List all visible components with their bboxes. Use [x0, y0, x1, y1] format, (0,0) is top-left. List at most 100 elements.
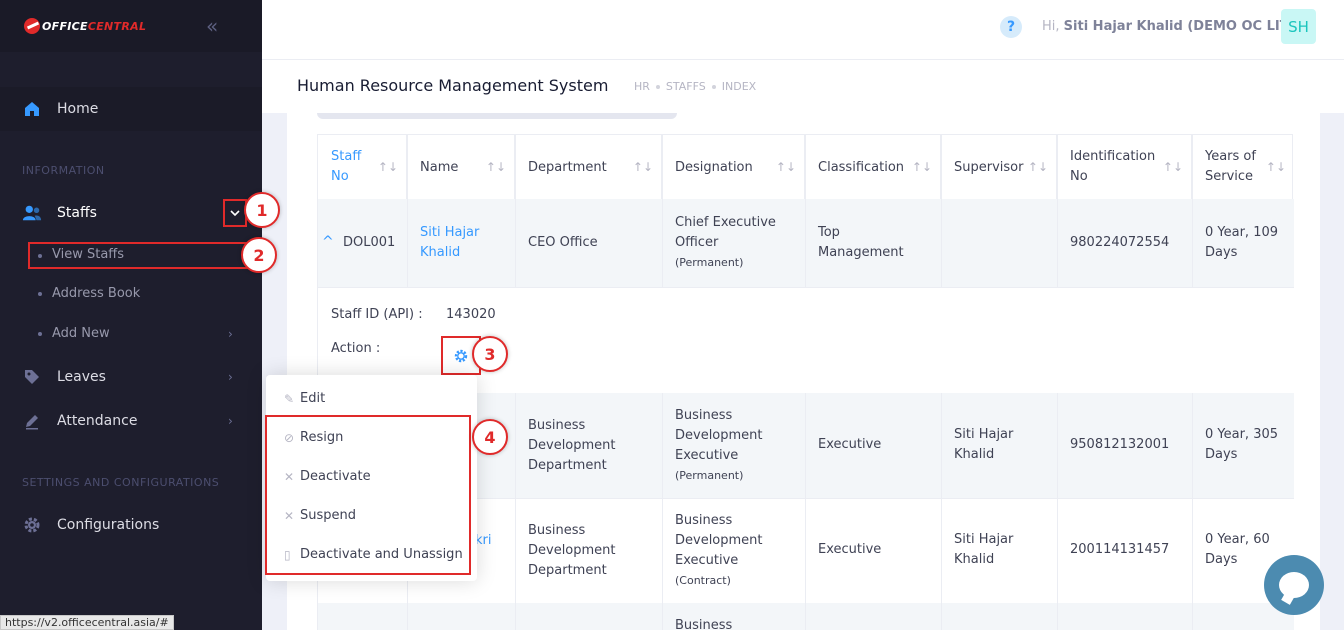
table-row[interactable]: [318, 603, 1294, 630]
sidebar-item-label: Leaves: [57, 369, 106, 385]
edit-icon: ✎: [284, 391, 295, 406]
sort-icon: ↑↓: [1162, 160, 1183, 174]
column-header-name[interactable]: Name ↑↓: [407, 135, 515, 199]
bullet-icon: [38, 291, 42, 296]
column-header-department[interactable]: Department ↑↓: [515, 135, 662, 199]
breadcrumb-separator: [655, 84, 660, 89]
page-title: Human Resource Management System: [297, 76, 609, 95]
user-greeting[interactable]: Hi, Siti Hajar Khalid (DEMO OC LITE): [1042, 19, 1303, 34]
cell-identification-no: 980224072554: [1070, 235, 1170, 250]
breadcrumb-item[interactable]: INDEX: [722, 80, 756, 93]
column-divider: [1057, 135, 1058, 287]
cell-name-link[interactable]: Siti Hajar Khalid: [420, 223, 479, 263]
cell-designation: Business: [675, 618, 733, 630]
sidebar-item-home[interactable]: Home: [0, 87, 262, 131]
sidebar-item-add-new[interactable]: Add New ›: [38, 326, 248, 341]
column-divider: [515, 135, 516, 287]
cell-classification: Top Management: [818, 225, 904, 260]
annotation-badge: 1: [244, 192, 280, 228]
column-divider: [662, 135, 663, 287]
column-header-supervisor[interactable]: Supervisor ↑↓: [941, 135, 1057, 199]
sort-icon: ↑↓: [911, 160, 932, 174]
cell-staff-no: DOL001: [343, 235, 396, 250]
pencil-icon: [22, 411, 42, 431]
cell-classification: Executive: [818, 437, 882, 452]
cell-designation: Chief Executive Officer (Permanent): [675, 215, 776, 269]
column-divider: [407, 135, 408, 287]
bullet-icon: [38, 254, 42, 258]
breadcrumb-separator: [711, 84, 716, 89]
staff-id-value: 143020: [446, 307, 496, 322]
sidebar-item-leaves[interactable]: Leaves ›: [0, 366, 262, 388]
sidebar-item-label: Home: [57, 101, 99, 117]
sidebar: OFFICECENTRAL « Home INFORMATION Staffs …: [0, 0, 262, 630]
column-divider: [941, 135, 942, 287]
menu-item-edit[interactable]: ✎ Edit: [284, 391, 325, 406]
cell-supervisor: Siti Hajar Khalid: [954, 532, 1014, 567]
status-bar-url: https://v2.officecentral.asia/#: [0, 615, 174, 630]
column-divider: [941, 393, 942, 630]
sidebar-item-label: Attendance: [57, 413, 138, 429]
column-header-years-of-service[interactable]: Years of Service ↑↓: [1192, 135, 1294, 199]
column-header-designation[interactable]: Designation ↑↓: [662, 135, 805, 199]
breadcrumb-item[interactable]: STAFFS: [666, 80, 706, 93]
cell-classification: Executive: [818, 542, 882, 557]
annotation-badge: 4: [472, 419, 508, 455]
sidebar-item-view-staffs[interactable]: View Staffs: [28, 242, 248, 269]
subheader: Human Resource Management System HR STAF…: [262, 60, 1344, 113]
column-divider: [1057, 393, 1058, 630]
collapse-sidebar-icon[interactable]: «: [206, 16, 218, 36]
sidebar-item-configurations[interactable]: Configurations: [0, 514, 262, 536]
users-icon: [22, 203, 42, 223]
sort-icon: ↑↓: [632, 160, 653, 174]
chevron-right-icon: ›: [228, 370, 233, 384]
cell-years-of-service: 0 Year, 60 Days: [1205, 532, 1270, 567]
chat-bubble-icon: [1279, 572, 1309, 598]
annotation-badge: 2: [241, 237, 277, 273]
cell-supervisor: Siti Hajar Khalid: [954, 427, 1014, 462]
staff-id-label: Staff ID (API) :: [331, 307, 423, 322]
logo-text: OFFICECENTRAL: [42, 19, 147, 33]
breadcrumb-item[interactable]: HR: [634, 80, 650, 93]
collapse-row-icon[interactable]: ^: [322, 232, 334, 252]
sidebar-item-label: Address Book: [52, 286, 141, 301]
card-scroll-bar[interactable]: [317, 113, 677, 119]
section-settings: SETTINGS AND CONFIGURATIONS: [22, 476, 220, 489]
cell-years-of-service: 0 Year, 109 Days: [1205, 225, 1279, 260]
sidebar-item-address-book[interactable]: Address Book: [38, 286, 140, 301]
gear-icon: [454, 349, 468, 362]
cell-department: CEO Office: [528, 235, 598, 250]
sidebar-item-label: View Staffs: [52, 247, 125, 262]
sort-icon: ↑↓: [775, 160, 796, 174]
avatar[interactable]: SH: [1281, 9, 1316, 44]
annotation-badge: 3: [472, 336, 508, 372]
chevron-right-icon: ›: [228, 414, 233, 428]
brand-bar: OFFICECENTRAL «: [0, 0, 262, 52]
cell-designation: Business Development Executive (Contract): [675, 513, 763, 587]
chevron-right-icon: ›: [228, 326, 233, 341]
column-divider: [1192, 135, 1193, 287]
chevron-down-icon: [230, 210, 240, 217]
column-header-classification[interactable]: Classification ↑↓: [805, 135, 941, 199]
cell-name-link[interactable]: kri: [475, 531, 492, 551]
sort-icon: ↑↓: [1265, 160, 1286, 174]
tag-icon: [22, 367, 42, 387]
topbar: ? Hi, Siti Hajar Khalid (DEMO OC LITE) S…: [262, 0, 1344, 60]
section-information: INFORMATION: [22, 164, 105, 177]
chat-widget-button[interactable]: [1264, 555, 1324, 615]
help-icon[interactable]: ?: [1000, 16, 1022, 38]
sidebar-item-attendance[interactable]: Attendance ›: [0, 410, 262, 432]
sort-icon: ↑↓: [1027, 160, 1048, 174]
sidebar-item-label: Add New: [52, 326, 110, 341]
column-header-identification-no[interactable]: Identification No ↑↓: [1057, 135, 1192, 199]
column-header-staff-no[interactable]: Staff No ↑↓: [318, 135, 407, 199]
sidebar-item-label: Configurations: [57, 517, 160, 533]
officecentral-logo[interactable]: OFFICECENTRAL: [24, 18, 146, 34]
gear-icon: [22, 515, 42, 535]
sort-icon: ↑↓: [377, 160, 398, 174]
column-divider: [662, 393, 663, 630]
action-label: Action :: [331, 341, 381, 356]
home-icon: [22, 99, 42, 119]
menu-item-label: Edit: [300, 391, 326, 406]
logo-mark-icon: [24, 18, 40, 34]
